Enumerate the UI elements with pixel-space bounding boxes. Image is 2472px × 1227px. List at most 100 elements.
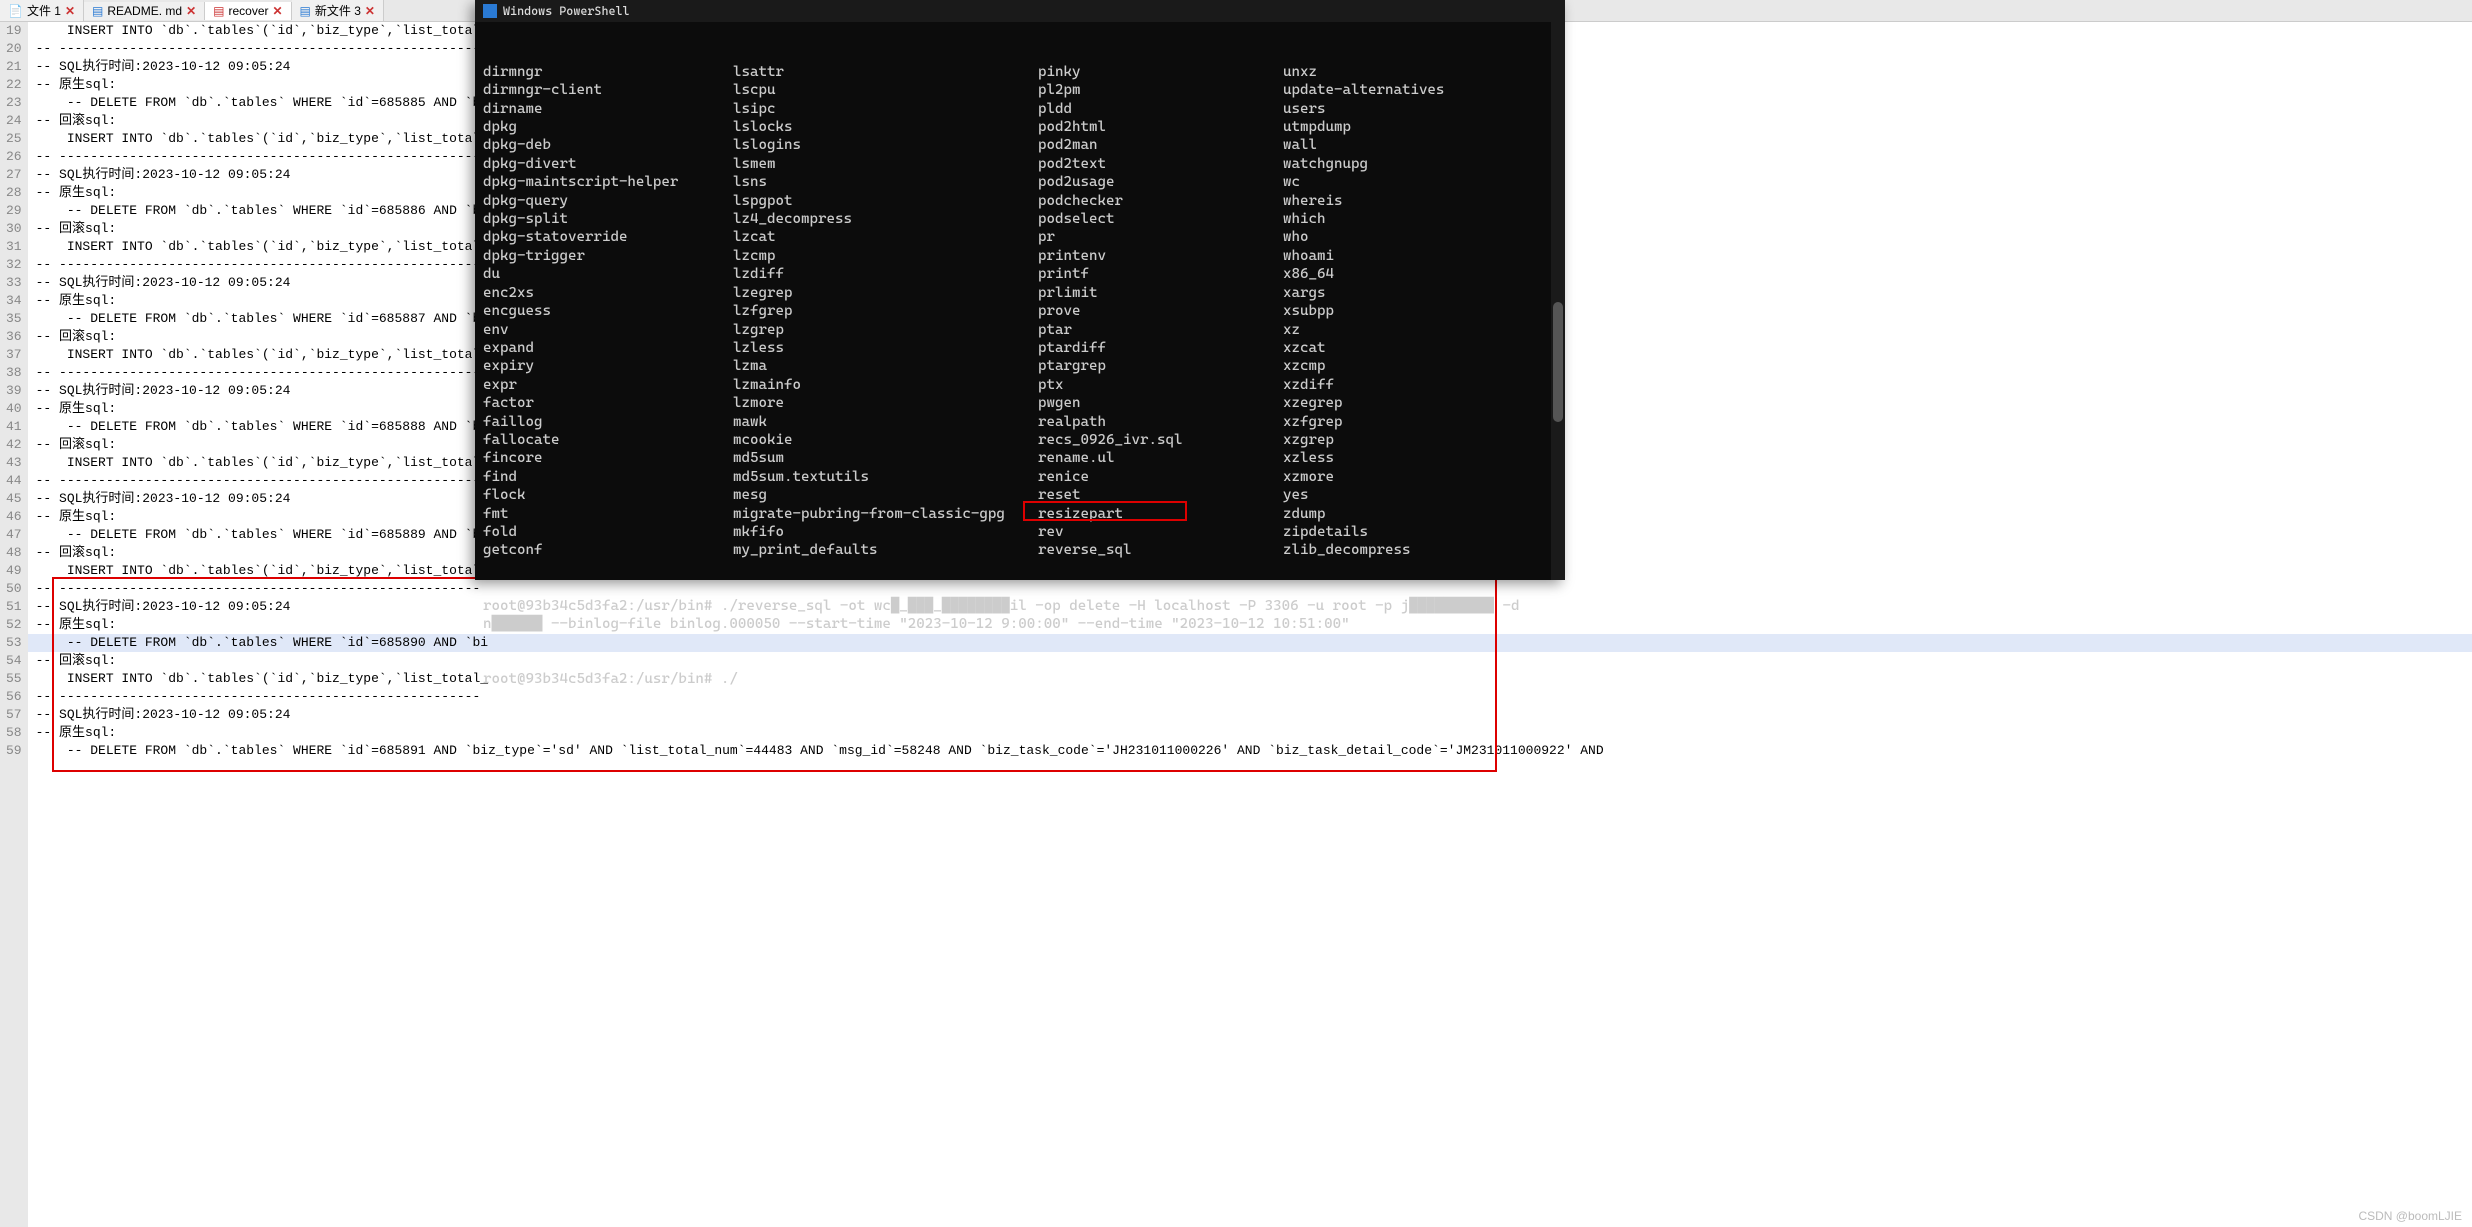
terminal-ls-entry: mesg bbox=[733, 486, 1038, 504]
terminal-ls-entry: lzcat bbox=[733, 228, 1038, 246]
close-icon[interactable]: ✕ bbox=[186, 4, 196, 18]
terminal-ls-entry: ptar bbox=[1038, 321, 1283, 339]
file-icon: ▤ bbox=[300, 4, 311, 18]
terminal-ls-entry: recs_0926_ivr.sql bbox=[1038, 431, 1283, 449]
terminal-ls-entry: xzfgrep bbox=[1283, 413, 1543, 431]
close-icon[interactable]: ✕ bbox=[65, 4, 75, 18]
terminal-ls-entry: update-alternatives bbox=[1283, 81, 1543, 99]
terminal-ls-entry: lzgrep bbox=[733, 321, 1038, 339]
terminal-ls-entry: xzcmp bbox=[1283, 357, 1543, 375]
terminal-window: Windows PowerShell dirmngrlsattrpinkyunx… bbox=[475, 0, 1565, 580]
terminal-ls-entry: expand bbox=[483, 339, 733, 357]
terminal-body[interactable]: dirmngrlsattrpinkyunxzdirmngr-clientlscp… bbox=[475, 22, 1565, 729]
terminal-ls-entry: faillog bbox=[483, 413, 733, 431]
terminal-ls-entry: pl2pm bbox=[1038, 81, 1283, 99]
terminal-prompt-line2: root@93b34c5d3fa2:/usr/bin# ./ bbox=[483, 670, 1557, 688]
terminal-ls-entry: pwgen bbox=[1038, 394, 1283, 412]
file-icon: ▤ bbox=[92, 4, 103, 18]
terminal-ls-entry: lzma bbox=[733, 357, 1038, 375]
terminal-ls-entry: dpkg-divert bbox=[483, 155, 733, 173]
terminal-ls-entry: md5sum.textutils bbox=[733, 468, 1038, 486]
powershell-icon bbox=[483, 4, 497, 18]
terminal-ls-entry: resizepart bbox=[1038, 505, 1283, 523]
terminal-ls-entry: mkfifo bbox=[733, 523, 1038, 541]
terminal-ls-entry: dpkg-statoverride bbox=[483, 228, 733, 246]
terminal-ls-entry: fold bbox=[483, 523, 733, 541]
terminal-ls-entry: lzcmp bbox=[733, 247, 1038, 265]
terminal-ls-entry: who bbox=[1283, 228, 1543, 246]
terminal-ls-entry: wall bbox=[1283, 136, 1543, 154]
tab-label: recover bbox=[228, 4, 268, 18]
terminal-ls-entry: flock bbox=[483, 486, 733, 504]
tab-label: README. md bbox=[107, 4, 182, 18]
code-line: -- DELETE FROM `db`.`tables` WHERE `id`=… bbox=[28, 742, 2472, 760]
close-icon[interactable]: ✕ bbox=[272, 4, 282, 18]
terminal-ls-entry: zdump bbox=[1283, 505, 1543, 523]
terminal-ls-entry: xargs bbox=[1283, 284, 1543, 302]
terminal-ls-entry: prove bbox=[1038, 302, 1283, 320]
tab-label: 文件 1 bbox=[27, 2, 61, 19]
file-icon: ▤ bbox=[213, 4, 224, 18]
terminal-ls-entry: lzmore bbox=[733, 394, 1038, 412]
terminal-ls-entry: lsipc bbox=[733, 100, 1038, 118]
terminal-ls-entry: which bbox=[1283, 210, 1543, 228]
terminal-ls-entry: xsubpp bbox=[1283, 302, 1543, 320]
terminal-ls-entry: getconf bbox=[483, 541, 733, 559]
terminal-ls-entry: xzless bbox=[1283, 449, 1543, 467]
tab-file1[interactable]: 📄 文件 1 ✕ bbox=[0, 0, 84, 21]
terminal-ls-entry: xzcat bbox=[1283, 339, 1543, 357]
terminal-ls-entry: renice bbox=[1038, 468, 1283, 486]
terminal-ls-entry: pldd bbox=[1038, 100, 1283, 118]
terminal-ls-entry: dpkg-deb bbox=[483, 136, 733, 154]
terminal-ls-entry: rename.ul bbox=[1038, 449, 1283, 467]
terminal-ls-entry: lslogins bbox=[733, 136, 1038, 154]
terminal-ls-entry: mawk bbox=[733, 413, 1038, 431]
close-icon[interactable]: ✕ bbox=[365, 4, 375, 18]
terminal-ls-entry: pod2man bbox=[1038, 136, 1283, 154]
terminal-ls-entry: lzdiff bbox=[733, 265, 1038, 283]
terminal-prompt-line1: root@93b34c5d3fa2:/usr/bin# ./reverse_sq… bbox=[483, 597, 1557, 634]
terminal-ls-entry: dpkg-query bbox=[483, 192, 733, 210]
terminal-ls-entry: xz bbox=[1283, 321, 1543, 339]
terminal-ls-entry: whereis bbox=[1283, 192, 1543, 210]
terminal-ls-entry: dpkg bbox=[483, 118, 733, 136]
terminal-ls-entry: pod2usage bbox=[1038, 173, 1283, 191]
terminal-ls-entry: prlimit bbox=[1038, 284, 1283, 302]
scrollbar-thumb[interactable] bbox=[1553, 302, 1563, 422]
terminal-ls-entry: md5sum bbox=[733, 449, 1038, 467]
terminal-ls-entry: lzless bbox=[733, 339, 1038, 357]
terminal-ls-entry: expr bbox=[483, 376, 733, 394]
terminal-ls-entry: expiry bbox=[483, 357, 733, 375]
terminal-ls-entry: utmpdump bbox=[1283, 118, 1543, 136]
terminal-ls-entry: du bbox=[483, 265, 733, 283]
terminal-ls-entry: fallocate bbox=[483, 431, 733, 449]
terminal-ls-entry: pod2html bbox=[1038, 118, 1283, 136]
terminal-ls-entry: realpath bbox=[1038, 413, 1283, 431]
terminal-ls-entry: printf bbox=[1038, 265, 1283, 283]
terminal-ls-entry: factor bbox=[483, 394, 733, 412]
terminal-ls-entry: unxz bbox=[1283, 63, 1543, 81]
terminal-ls-entry: my_print_defaults bbox=[733, 541, 1038, 559]
terminal-ls-entry: wc bbox=[1283, 173, 1543, 191]
tab-readme[interactable]: ▤ README. md ✕ bbox=[84, 2, 205, 20]
terminal-ls-entry: env bbox=[483, 321, 733, 339]
terminal-ls-entry: reset bbox=[1038, 486, 1283, 504]
terminal-ls-entry: pod2text bbox=[1038, 155, 1283, 173]
terminal-ls-entry: watchgnupg bbox=[1283, 155, 1543, 173]
line-gutter: 1920212223242526272829303132333435363738… bbox=[0, 22, 28, 1227]
terminal-ls-entry: zlib_decompress bbox=[1283, 541, 1543, 559]
terminal-ls-entry: ptargrep bbox=[1038, 357, 1283, 375]
terminal-ls-entry: lsmem bbox=[733, 155, 1038, 173]
terminal-ls-entry: x86_64 bbox=[1283, 265, 1543, 283]
file-icon: 📄 bbox=[8, 4, 23, 18]
terminal-ls-entry: lzmainfo bbox=[733, 376, 1038, 394]
terminal-ls-entry: dirmngr bbox=[483, 63, 733, 81]
terminal-ls-entry: dirname bbox=[483, 100, 733, 118]
terminal-ls-entry: reverse_sql bbox=[1038, 541, 1283, 559]
terminal-ls-entry: rev bbox=[1038, 523, 1283, 541]
terminal-scrollbar[interactable] bbox=[1551, 22, 1565, 580]
tab-recover[interactable]: ▤ recover ✕ bbox=[205, 2, 291, 20]
terminal-titlebar[interactable]: Windows PowerShell bbox=[475, 0, 1565, 22]
terminal-ls-entry: yes bbox=[1283, 486, 1543, 504]
tab-newfile3[interactable]: ▤ 新文件 3 ✕ bbox=[292, 0, 384, 21]
